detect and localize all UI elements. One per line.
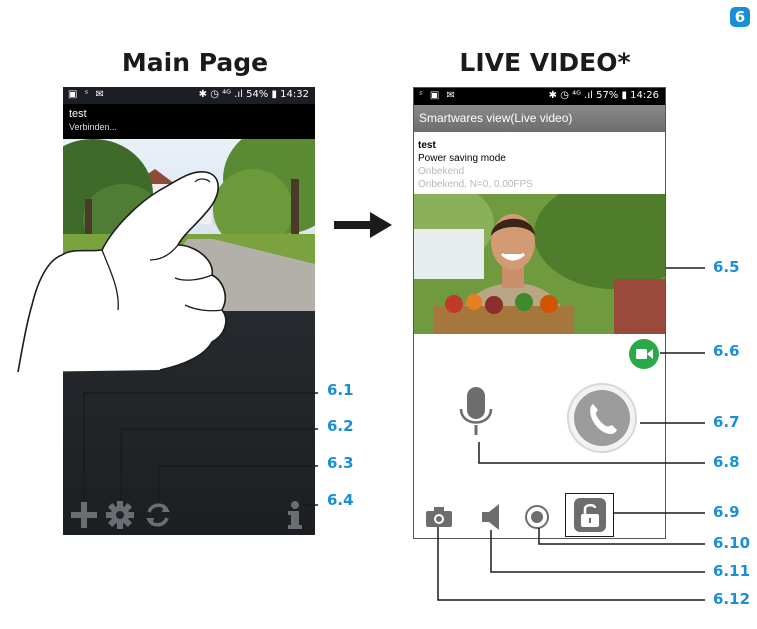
callout-lines-live: [437, 267, 705, 601]
callout-6-5: 6.5: [713, 258, 740, 276]
callout-6-10: 6.10: [713, 534, 751, 552]
callout-6-8: 6.8: [713, 453, 740, 471]
callout-6-9: 6.9: [713, 503, 740, 521]
callout-6-6: 6.6: [713, 342, 740, 360]
callout-6-11: 6.11: [713, 562, 751, 580]
callout-6-7: 6.7: [713, 413, 740, 431]
callout-6-12: 6.12: [713, 590, 751, 608]
